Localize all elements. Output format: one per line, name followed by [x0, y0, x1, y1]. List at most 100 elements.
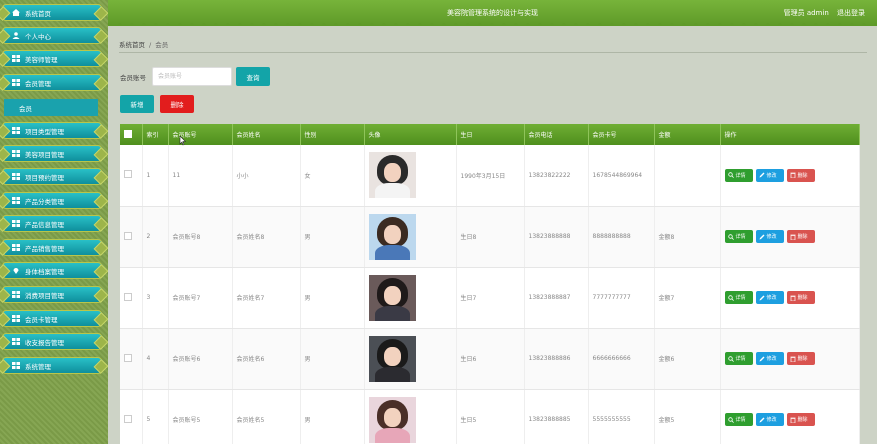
row-delete-button[interactable]: 删除: [786, 168, 815, 182]
row-checkbox-cell: [120, 145, 143, 207]
row-checkbox[interactable]: [124, 170, 132, 179]
edit-label: 修改: [766, 295, 777, 301]
column-header: 金额: [654, 124, 721, 145]
cell-phone: 13823888885: [524, 389, 589, 444]
edit-button[interactable]: 修改: [755, 230, 784, 243]
sidebar-item-0[interactable]: 系统首页: [2, 4, 102, 21]
grid-icon: [12, 338, 20, 345]
row-delete-button[interactable]: 删除: [786, 291, 815, 304]
table-row: 4 会员账号6 会员姓名6 男生日6 13823888886 6666666666 金额6 详…: [120, 328, 860, 390]
sidebar-item-13[interactable]: 收支报告管理: [2, 333, 102, 350]
detail-label: 详情: [735, 234, 746, 240]
cell-account: 会员账号7: [168, 267, 233, 329]
cell-actions: 详情 修改 删除: [720, 328, 860, 390]
detail-button[interactable]: 详情: [724, 413, 753, 426]
cell-phone: 13823888888: [524, 206, 589, 268]
cell-index: 2: [142, 206, 169, 268]
sidebar-item-8[interactable]: 产品信息管理: [2, 215, 102, 232]
sidebar-item-9[interactable]: 产品销售管理: [2, 239, 102, 256]
column-header: 性别: [300, 124, 365, 145]
detail-button[interactable]: 详情: [724, 352, 753, 365]
logout-link[interactable]: 退出登录: [837, 9, 865, 17]
row-checkbox[interactable]: [124, 414, 132, 423]
column-header: 生日: [456, 124, 525, 145]
cell-avatar: [364, 267, 457, 329]
search-icon: [727, 416, 734, 423]
delete-label: 删除: [797, 234, 808, 240]
sidebar-item-11[interactable]: 消费项目管理: [2, 286, 102, 303]
search-button[interactable]: 查询: [236, 67, 270, 86]
system-title: 美容院管理系统的设计与实现: [447, 9, 538, 17]
select-all-checkbox[interactable]: [124, 129, 132, 138]
sidebar-item-6[interactable]: 项目预约管理: [2, 168, 102, 185]
delete-label: 删除: [797, 295, 808, 301]
cell-name: 会员姓名6: [232, 328, 301, 390]
sidebar-item-14[interactable]: 系统管理: [2, 357, 102, 374]
cell-birthday: 生日8: [456, 206, 525, 268]
edit-button[interactable]: 修改: [755, 413, 784, 426]
edit-label: 修改: [766, 356, 777, 362]
grid-icon: [12, 79, 20, 86]
row-checkbox[interactable]: [124, 353, 132, 362]
cell-birthday: 1990年3月15日: [456, 145, 525, 207]
cell-actions: 详情 修改 删除: [720, 267, 860, 329]
sidebar-item-7[interactable]: 产品分类管理: [2, 192, 102, 209]
sidebar-item-1[interactable]: 个人中心: [2, 27, 102, 44]
mouse-cursor-icon: [179, 136, 186, 146]
edit-button[interactable]: 修改: [755, 352, 784, 365]
row-delete-button[interactable]: 删除: [786, 352, 815, 365]
member-account-search-input[interactable]: [152, 67, 232, 86]
column-header: 操作: [720, 124, 860, 145]
detail-label: 详情: [735, 356, 746, 362]
grid-icon: [12, 173, 20, 180]
cell-avatar: [364, 328, 457, 390]
detail-button[interactable]: 详情: [724, 168, 753, 182]
sidebar-item-label: 个人中心: [25, 32, 51, 41]
sidebar-item-4[interactable]: 项目类型管理: [2, 122, 102, 139]
sidebar-item-10[interactable]: 身体档案管理: [2, 262, 102, 279]
cell-birthday: 生日5: [456, 389, 525, 444]
sidebar-item-label: 美容师管理: [25, 55, 58, 64]
sidebar-item-5[interactable]: 美容项目管理: [2, 145, 102, 162]
cell-index: 4: [142, 328, 169, 390]
cell-name: 会员姓名7: [232, 267, 301, 329]
trash-icon: [790, 295, 795, 301]
add-button[interactable]: 新增: [120, 95, 154, 113]
detail-button[interactable]: 详情: [724, 291, 753, 304]
delete-label: 删除: [797, 417, 808, 423]
select-all-checkbox-cell[interactable]: [120, 124, 143, 145]
cell-gender: 男: [300, 328, 365, 390]
edit-button[interactable]: 修改: [755, 168, 784, 182]
sidebar-subitem-member[interactable]: 会员: [4, 99, 98, 116]
sidebar-item-label: 消费项目管理: [25, 291, 64, 300]
sidebar-item-label: 项目类型管理: [25, 127, 64, 136]
row-delete-button[interactable]: 删除: [786, 413, 815, 426]
breadcrumb-divider: [119, 52, 867, 53]
breadcrumb-current: 会员: [155, 41, 169, 49]
top-header: 美容院管理系统的设计与实现 管理员 admin 退出登录: [108, 0, 877, 29]
cell-account: 会员账号8: [168, 206, 233, 268]
member-table: 索引 会员账号 会员姓名 性别 头像 生日 会员电话 会员卡号 金额 操作 1 11 小小女 1990年…: [120, 124, 860, 444]
row-delete-button[interactable]: 删除: [786, 230, 815, 243]
bulk-delete-button[interactable]: 删除: [160, 95, 194, 113]
grid-icon: [12, 220, 20, 227]
cell-name: 小小: [232, 145, 301, 207]
sidebar-item-2[interactable]: 美容师管理: [2, 50, 102, 67]
detail-button[interactable]: 详情: [724, 230, 753, 243]
cell-phone: 13823888887: [524, 267, 589, 329]
cell-avatar: [364, 206, 457, 268]
grid-icon: [12, 197, 20, 204]
edit-button[interactable]: 修改: [755, 291, 784, 304]
row-checkbox[interactable]: [124, 231, 132, 240]
trash-icon: [790, 356, 795, 362]
search-icon: [727, 355, 734, 362]
pencil-icon: [759, 356, 764, 361]
breadcrumb-home[interactable]: 系统首页: [119, 41, 145, 49]
avatar: [368, 274, 416, 321]
row-checkbox[interactable]: [124, 292, 132, 301]
sidebar-item-12[interactable]: 会员卡管理: [2, 310, 102, 327]
pencil-icon: [759, 295, 764, 300]
column-header: 头像: [364, 124, 457, 145]
row-checkbox-cell: [120, 267, 143, 329]
sidebar-item-3[interactable]: 会员管理: [2, 74, 102, 91]
